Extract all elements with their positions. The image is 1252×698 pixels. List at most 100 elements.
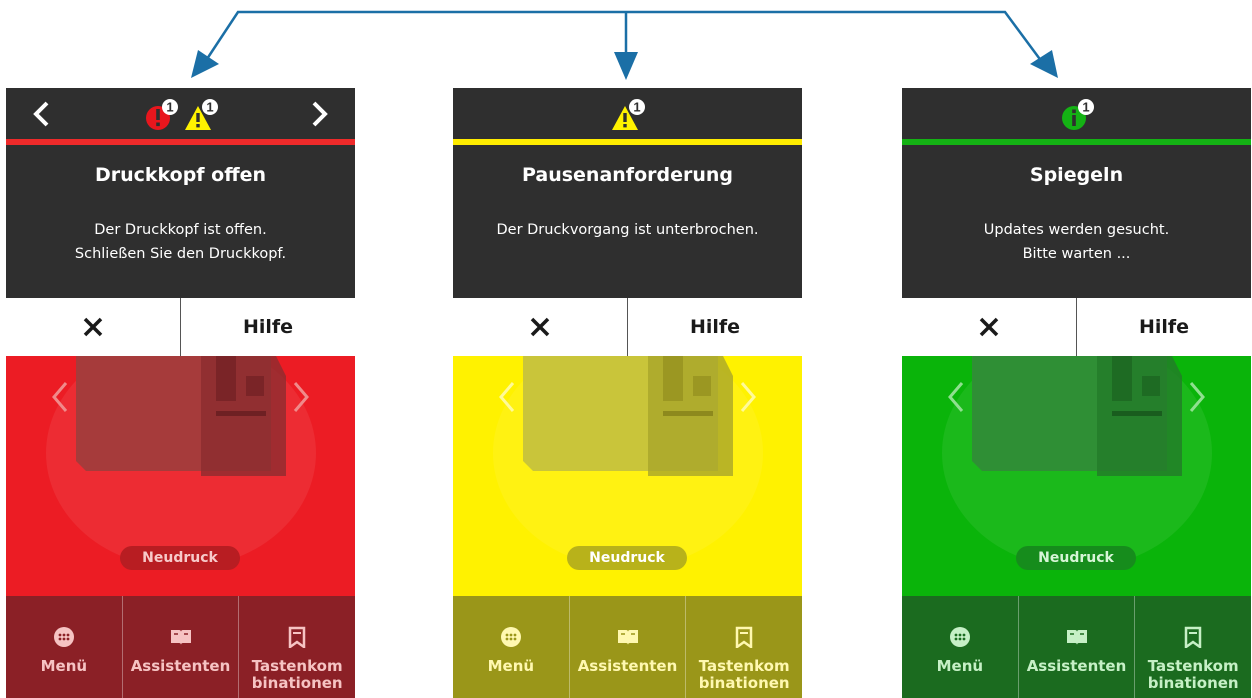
svg-text:1: 1 <box>1082 100 1089 115</box>
nav-label-line: Tastenkom <box>1147 657 1239 675</box>
close-icon <box>83 317 103 337</box>
alert-icons: 1 <box>453 98 802 132</box>
bookmark-icon <box>1184 626 1202 648</box>
alert-message: Der Druckkopf ist offen. Schließen Sie d… <box>6 218 355 266</box>
bottom-nav: Menü Assistenten Tastenkom binationen <box>902 596 1251 698</box>
book-icon <box>1066 630 1087 645</box>
home-screen: Neudruck <box>6 356 355 596</box>
nav-menu[interactable]: Menü <box>902 596 1018 698</box>
info-badge-icon[interactable]: 1 <box>1060 98 1094 132</box>
home-screen: Neudruck <box>453 356 802 596</box>
menu-icon <box>949 627 970 647</box>
alert-message-line: Updates werden gesucht. <box>983 222 1170 238</box>
svg-text:1: 1 <box>633 100 640 115</box>
alert-title: Druckkopf offen <box>94 164 267 186</box>
alert-panel: 1 Spiegeln Updates werden gesucht. Bitte… <box>902 88 1251 298</box>
nav-label: Assistenten <box>577 657 678 675</box>
reprint-button[interactable]: Neudruck <box>1016 546 1136 570</box>
nav-label: Menü <box>936 657 984 675</box>
bottom-nav: Menü Assistenten Tastenkom binationen <box>453 596 802 698</box>
book-icon <box>617 630 638 645</box>
alert-action-bar: Hilfe <box>902 298 1251 356</box>
bookmark-icon <box>288 626 306 648</box>
arrowhead-left-icon <box>191 50 219 78</box>
reprint-button[interactable]: Neudruck <box>120 546 240 570</box>
alert-action-bar: Hilfe <box>453 298 802 356</box>
nav-label-line: binationen <box>1147 674 1239 692</box>
alert-message-line: Der Druckvorgang ist unterbrochen. <box>496 222 759 238</box>
printer-screen-error: 1 1 Druckkopf offen Der Druckkopf ist of… <box>6 88 355 698</box>
carousel-next-icon[interactable] <box>1187 380 1207 414</box>
bottom-nav: Menü Assistenten Tastenkom binationen <box>6 596 355 698</box>
nav-label: Menü <box>487 657 535 675</box>
help-button[interactable]: Hilfe <box>628 298 802 356</box>
alert-message: Der Druckvorgang ist unterbrochen. <box>453 218 802 242</box>
nav-label-line: binationen <box>251 674 343 692</box>
menu-icon <box>500 627 521 647</box>
carousel-prev-icon[interactable] <box>946 380 966 414</box>
svg-text:1: 1 <box>166 100 173 115</box>
printer-image <box>523 356 733 476</box>
nav-wizards[interactable]: Assistenten <box>121 596 239 698</box>
bookmark-icon <box>735 626 753 648</box>
nav-label: Tastenkom binationen <box>686 658 802 692</box>
nav-label: Tastenkom binationen <box>239 658 355 692</box>
nav-label: Menü <box>40 657 88 675</box>
printer-image <box>972 356 1182 476</box>
carousel-next-icon[interactable] <box>738 380 758 414</box>
nav-shortcuts[interactable]: Tastenkom binationen <box>685 596 802 698</box>
help-button[interactable]: Hilfe <box>1077 298 1251 356</box>
alert-title: Spiegeln <box>1029 164 1124 186</box>
error-badge-icon[interactable]: 1 <box>144 98 178 132</box>
reprint-button[interactable]: Neudruck <box>567 546 687 570</box>
printer-screen-warning: 1 Pausenanforderung Der Druckvorgang ist… <box>453 88 802 698</box>
alert-panel: 1 1 Druckkopf offen Der Druckkopf ist of… <box>6 88 355 298</box>
home-screen: Neudruck <box>902 356 1251 596</box>
alert-topbar: 1 <box>453 88 802 140</box>
nav-wizards[interactable]: Assistenten <box>1017 596 1135 698</box>
arrowhead-center-icon <box>614 52 638 80</box>
alert-title: Pausenanforderung <box>521 164 734 186</box>
close-icon <box>979 317 999 337</box>
alert-message-line: Bitte warten ... <box>1022 246 1131 262</box>
nav-shortcuts[interactable]: Tastenkom binationen <box>238 596 355 698</box>
close-button[interactable] <box>902 298 1076 356</box>
warning-badge-icon[interactable]: 1 <box>184 98 218 132</box>
arrowhead-right-icon <box>1030 50 1058 78</box>
alert-accent-line <box>453 139 802 145</box>
alert-message: Updates werden gesucht. Bitte warten ... <box>902 218 1251 266</box>
close-button[interactable] <box>453 298 627 356</box>
menu-icon <box>53 627 74 647</box>
carousel-prev-icon[interactable] <box>497 380 517 414</box>
book-icon <box>170 630 191 645</box>
nav-label-line: Tastenkom <box>698 657 790 675</box>
help-button[interactable]: Hilfe <box>181 298 355 356</box>
alert-panel: 1 Pausenanforderung Der Druckvorgang ist… <box>453 88 802 298</box>
alert-message-line: Der Druckkopf ist offen. <box>94 222 267 238</box>
nav-menu[interactable]: Menü <box>6 596 122 698</box>
svg-text:1: 1 <box>206 100 213 115</box>
nav-label: Tastenkom binationen <box>1135 658 1251 692</box>
alert-icons: 1 <box>902 98 1251 132</box>
carousel-next-icon[interactable] <box>291 380 311 414</box>
alert-topbar: 1 <box>902 88 1251 140</box>
alert-message-line: Schließen Sie den Druckkopf. <box>74 246 287 262</box>
nav-label: Assistenten <box>130 657 231 675</box>
printer-screen-info: 1 Spiegeln Updates werden gesucht. Bitte… <box>902 88 1251 698</box>
alert-accent-line <box>902 139 1251 145</box>
nav-label-line: Tastenkom <box>251 657 343 675</box>
callout-line-left <box>203 10 626 63</box>
nav-wizards[interactable]: Assistenten <box>568 596 686 698</box>
warning-badge-icon[interactable]: 1 <box>611 98 645 132</box>
nav-label: Assistenten <box>1026 657 1127 675</box>
callout-line-right <box>626 10 1044 63</box>
close-button[interactable] <box>6 298 180 356</box>
nav-menu[interactable]: Menü <box>453 596 569 698</box>
chevron-right-icon[interactable] <box>303 98 335 130</box>
alert-topbar: 1 1 <box>6 88 355 140</box>
alert-action-bar: Hilfe <box>6 298 355 356</box>
nav-shortcuts[interactable]: Tastenkom binationen <box>1134 596 1251 698</box>
printer-image <box>76 356 286 476</box>
carousel-prev-icon[interactable] <box>50 380 70 414</box>
close-icon <box>530 317 550 337</box>
